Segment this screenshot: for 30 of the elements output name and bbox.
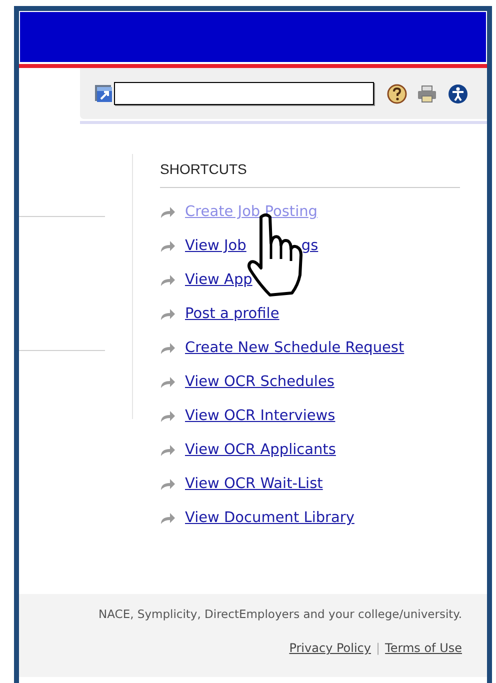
shortcut-link[interactable]: View App [185, 272, 252, 288]
footer-link[interactable]: Privacy Policy [289, 641, 371, 655]
shortcut-icon[interactable] [95, 84, 113, 102]
footer-link[interactable]: Terms of Use [385, 641, 462, 655]
footer-notice: NACE, Symplicity, DirectEmployers and your college/university. [98, 607, 462, 621]
shortcut-link[interactable]: Create New Schedule Request [185, 340, 404, 356]
arrow-icon [160, 410, 176, 422]
arrow-icon [160, 308, 176, 320]
arrow-icon [160, 512, 176, 524]
help-icon[interactable] [387, 84, 407, 104]
shortcut-link[interactable]: View Document Library [185, 510, 354, 526]
shortcut-link[interactable]: View OCR Interviews [185, 408, 336, 424]
shortcut-link[interactable]: View Job [185, 238, 246, 254]
shortcut-link[interactable]: View OCR Applicants [185, 442, 336, 458]
shortcut-link[interactable]: View OCR Schedules [185, 374, 334, 390]
arrow-icon [160, 444, 176, 456]
shortcut-link[interactable]: View OCR Wait-List [185, 476, 323, 492]
arrow-icon [160, 376, 176, 388]
separator: | [376, 641, 380, 655]
section-title: SHORTCUTS [160, 161, 247, 177]
arrow-icon [160, 206, 176, 218]
print-icon[interactable] [417, 84, 437, 104]
shortcut-link[interactable]: Post a profile [185, 306, 280, 322]
arrow-icon [160, 478, 176, 490]
arrow-icon [160, 240, 176, 252]
accessibility-icon[interactable] [448, 84, 468, 104]
shortcut-link[interactable]: gs [301, 238, 318, 254]
arrow-icon [160, 274, 176, 286]
search-field[interactable] [114, 82, 374, 105]
arrow-icon [160, 342, 176, 354]
